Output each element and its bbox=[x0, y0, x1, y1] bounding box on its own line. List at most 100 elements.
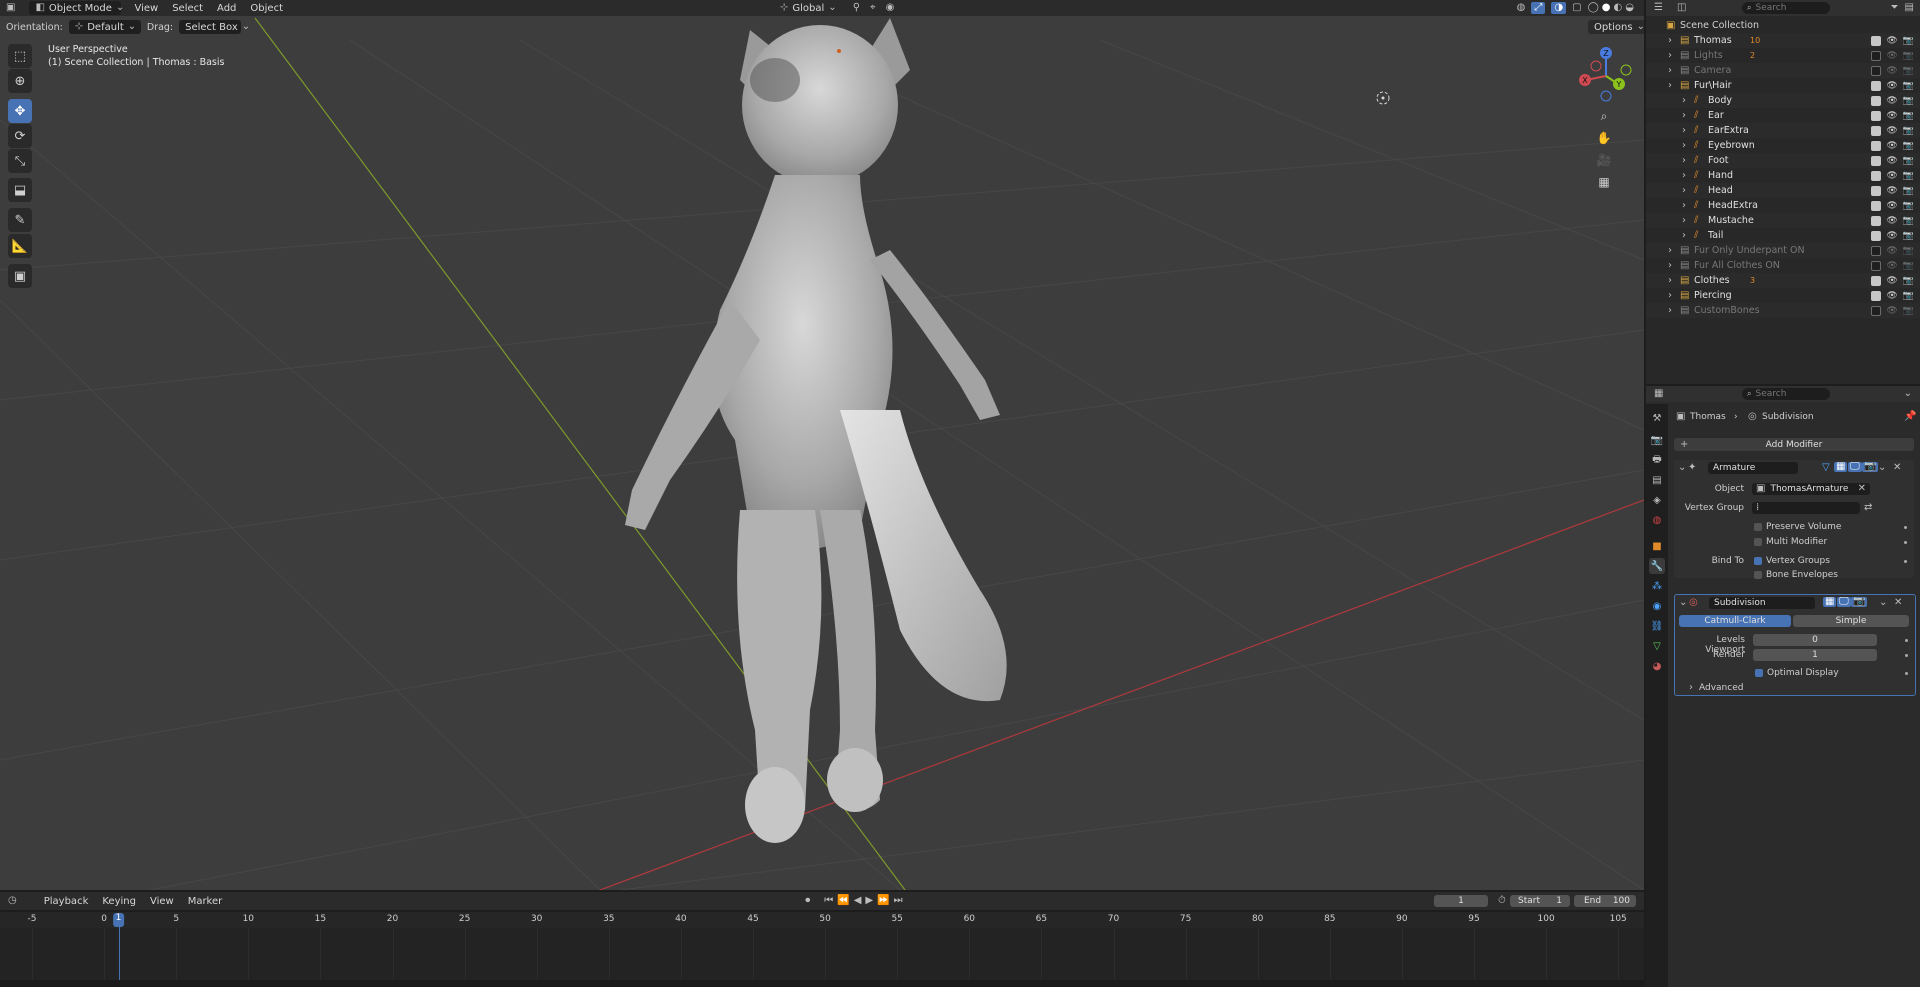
expand-arrow-icon[interactable]: › bbox=[1682, 170, 1686, 181]
close-icon[interactable]: ✕ bbox=[1894, 598, 1902, 608]
render-camera-icon[interactable]: 📷 bbox=[1903, 276, 1914, 286]
levels-viewport-field[interactable]: 0 bbox=[1753, 634, 1877, 646]
vertex-groups-checkbox[interactable] bbox=[1754, 557, 1762, 565]
eye-icon[interactable]: 👁 bbox=[1886, 216, 1897, 226]
outliner-row[interactable]: ▣ Scene Collection bbox=[1646, 18, 1920, 33]
expand-arrow-icon[interactable]: › bbox=[1668, 65, 1672, 76]
auto-keying-icon[interactable]: ⏺ bbox=[805, 896, 810, 906]
view-layer-tab-icon[interactable]: ▤ bbox=[1649, 472, 1665, 488]
chevron-down-icon[interactable]: ⌄ bbox=[1879, 598, 1887, 608]
render-camera-icon[interactable]: 📷 bbox=[1903, 156, 1914, 166]
pan-hand-icon[interactable]: ✋ bbox=[1594, 128, 1614, 148]
world-tab-icon[interactable]: ◍ bbox=[1649, 512, 1665, 528]
mode-dropdown[interactable]: ◧ Object Mode ⌄ bbox=[29, 1, 124, 15]
fox-character-model[interactable] bbox=[560, 10, 1030, 850]
new-collection-icon[interactable]: ▤ bbox=[1905, 3, 1914, 13]
render-camera-icon[interactable]: 📷 bbox=[1903, 66, 1914, 76]
pivot-icon[interactable]: ⚲ bbox=[853, 3, 860, 13]
render-camera-icon[interactable]: 📷 bbox=[1903, 186, 1914, 196]
render-camera-icon[interactable]: 📷 bbox=[1903, 171, 1914, 181]
render-camera-icon[interactable]: 📷 bbox=[1903, 201, 1914, 211]
solid-shading-icon[interactable]: ● bbox=[1602, 3, 1611, 13]
expand-arrow-icon[interactable]: › bbox=[1668, 50, 1672, 61]
3d-viewport[interactable]: ▣ ◧ Object Mode ⌄ View Select Add Object… bbox=[0, 0, 1644, 890]
armature-name-field[interactable]: Armature bbox=[1708, 462, 1798, 474]
expand-arrow-icon[interactable]: › bbox=[1682, 95, 1686, 106]
add-cube-tool-icon[interactable]: ▣ bbox=[8, 264, 32, 288]
keyframe-dot[interactable] bbox=[1905, 654, 1908, 657]
render-camera-icon[interactable]: 📷 bbox=[1903, 306, 1914, 316]
start-frame-field[interactable]: Start 1 bbox=[1510, 895, 1570, 907]
exclude-checkbox[interactable] bbox=[1871, 215, 1882, 226]
close-icon[interactable]: ✕ bbox=[1893, 463, 1901, 473]
eye-icon[interactable]: 👁 bbox=[1886, 156, 1897, 166]
menu-playback[interactable]: Playback bbox=[37, 896, 96, 907]
eye-icon[interactable]: 👁 bbox=[1886, 171, 1897, 181]
exclude-checkbox[interactable] bbox=[1871, 305, 1882, 316]
expand-arrow-icon[interactable]: › bbox=[1682, 125, 1686, 136]
outliner-row[interactable]: › ⫽ HeadExtra 👁 📷 bbox=[1646, 198, 1920, 213]
jump-end-icon[interactable]: ⏭ bbox=[894, 896, 903, 906]
play-reverse-icon[interactable]: ◀ bbox=[854, 896, 862, 906]
exclude-checkbox[interactable] bbox=[1871, 65, 1882, 76]
exclude-checkbox[interactable] bbox=[1871, 260, 1882, 271]
annotate-tool-icon[interactable]: ✎ bbox=[8, 208, 32, 232]
render-levels-field[interactable]: 1 bbox=[1753, 649, 1877, 661]
expand-arrow-icon[interactable]: › bbox=[1682, 230, 1686, 241]
drag-dropdown[interactable]: Select Box ⌄ bbox=[179, 20, 250, 34]
outliner-row[interactable]: › ⫽ Tail 👁 📷 bbox=[1646, 228, 1920, 243]
expand-arrow-icon[interactable]: › bbox=[1668, 275, 1672, 286]
transform-tool-icon[interactable]: ⬓ bbox=[8, 178, 32, 202]
outliner-row[interactable]: › ⫽ Ear 👁 📷 bbox=[1646, 108, 1920, 123]
tool-tab-icon[interactable]: ⚒ bbox=[1649, 410, 1665, 426]
physics-tab-icon[interactable]: ◉ bbox=[1649, 598, 1665, 614]
expand-arrow-icon[interactable]: › bbox=[1682, 140, 1686, 151]
show-in-editmode-icon[interactable]: ▦ bbox=[1834, 462, 1848, 472]
chevron-down-icon[interactable]: ⌄ bbox=[1904, 389, 1912, 399]
exclude-checkbox[interactable] bbox=[1871, 80, 1882, 91]
object-tab-icon[interactable]: ■ bbox=[1649, 538, 1665, 554]
pin-icon[interactable]: 📌 bbox=[1904, 412, 1916, 422]
view-object-types-icon[interactable]: ◍ bbox=[1517, 3, 1526, 13]
playhead-line[interactable] bbox=[118, 927, 120, 980]
measure-tool-icon[interactable]: 📐 bbox=[8, 234, 32, 258]
timeline-editor-icon[interactable]: ◷ bbox=[8, 896, 17, 906]
outliner-row[interactable]: › ▤ Fur\Hair 👁 📷 bbox=[1646, 78, 1920, 93]
keyframe-dot[interactable] bbox=[1904, 560, 1907, 563]
rotate-tool-icon[interactable]: ⟳ bbox=[8, 124, 32, 148]
data-tab-icon[interactable]: ▽ bbox=[1649, 638, 1665, 654]
exclude-checkbox[interactable] bbox=[1871, 275, 1882, 286]
exclude-checkbox[interactable] bbox=[1871, 50, 1882, 61]
edit-mode-toggle-icon[interactable]: ▽ bbox=[1822, 463, 1830, 473]
render-camera-icon[interactable]: 📷 bbox=[1903, 126, 1914, 136]
outliner-row[interactable]: › ⫽ Foot 👁 📷 bbox=[1646, 153, 1920, 168]
render-camera-icon[interactable]: 📷 bbox=[1903, 216, 1914, 226]
invert-icon[interactable]: ⇄ bbox=[1864, 503, 1872, 513]
expand-arrow-icon[interactable]: › bbox=[1668, 35, 1672, 46]
eye-icon[interactable]: 👁 bbox=[1886, 141, 1897, 151]
render-camera-icon[interactable]: 📷 bbox=[1903, 96, 1914, 106]
menu-select[interactable]: Select bbox=[165, 3, 210, 14]
menu-keying[interactable]: Keying bbox=[95, 896, 143, 907]
exclude-checkbox[interactable] bbox=[1871, 35, 1882, 46]
outliner-row[interactable]: › ▤ CustomBones 👁 📷 bbox=[1646, 303, 1920, 318]
chevron-right-icon[interactable]: › bbox=[1689, 683, 1693, 693]
eye-icon[interactable]: 👁 bbox=[1886, 231, 1897, 241]
zoom-icon[interactable]: ⌕ bbox=[1594, 106, 1614, 126]
material-shading-icon[interactable]: ◐ bbox=[1614, 3, 1623, 13]
options-dropdown[interactable]: Options ⌄ bbox=[1588, 20, 1644, 34]
constraints-tab-icon[interactable]: ⛓ bbox=[1649, 618, 1665, 634]
properties-search[interactable]: ⌕ Search bbox=[1742, 388, 1830, 400]
outliner-row[interactable]: › ⫽ Hand 👁 📷 bbox=[1646, 168, 1920, 183]
eye-icon[interactable]: 👁 bbox=[1886, 126, 1897, 136]
gizmo-toggle-icon[interactable]: ⤢ bbox=[1531, 2, 1546, 14]
proportional-edit-icon[interactable]: ◉ bbox=[886, 3, 895, 13]
camera-view-icon[interactable]: 🎥 bbox=[1594, 150, 1614, 170]
show-viewport-icon[interactable]: 🖵 bbox=[1837, 597, 1851, 607]
modifiers-tab-icon[interactable]: 🔧 bbox=[1649, 558, 1665, 574]
timeline-scrollbar[interactable] bbox=[0, 980, 1644, 987]
outliner-editor-icon[interactable]: ☰ bbox=[1654, 3, 1663, 13]
keyframe-dot[interactable] bbox=[1904, 526, 1907, 529]
expand-arrow-icon[interactable]: › bbox=[1668, 260, 1672, 271]
keyframe-dot[interactable] bbox=[1904, 541, 1907, 544]
